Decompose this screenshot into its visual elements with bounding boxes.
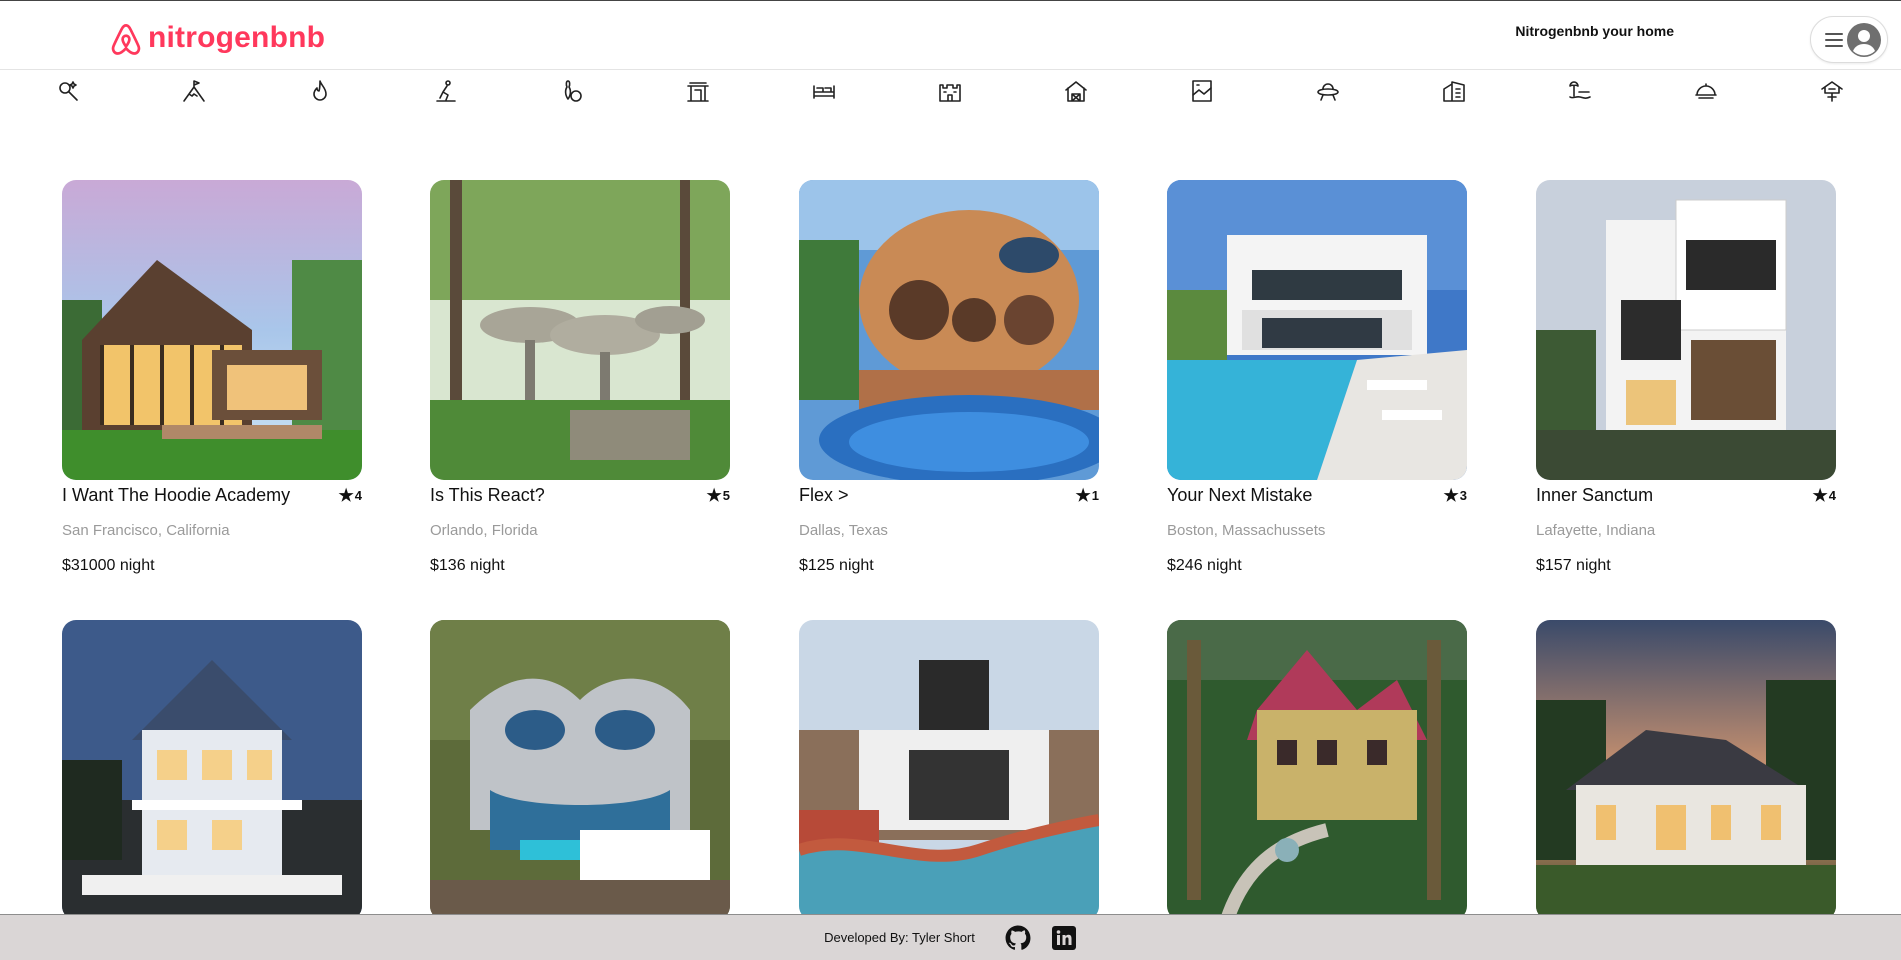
listing-location: Boston, Massachussets — [1167, 522, 1326, 539]
listing-location: Dallas, Texas — [799, 522, 888, 539]
listing-location: Lafayette, Indiana — [1536, 522, 1656, 539]
brand-name: nitrogenbnb — [148, 21, 326, 54]
listing-price: $125 night — [799, 557, 874, 574]
category-mountain-flag[interactable] — [179, 76, 209, 106]
top-navbar: nitrogenbnb Nitrogenbnb your home — [0, 1, 1901, 70]
star-icon: ★ — [1075, 485, 1091, 505]
listing-photo[interactable] — [799, 180, 1099, 480]
listing-card[interactable] — [1167, 620, 1467, 920]
listing-rating: ★ 5 — [706, 485, 730, 505]
category-building[interactable] — [1439, 76, 1469, 106]
category-map-frame[interactable] — [1187, 76, 1217, 106]
listing-photo[interactable] — [1536, 620, 1836, 920]
listing-photo[interactable] — [62, 180, 362, 480]
category-ufo[interactable] — [1313, 76, 1343, 106]
listing-photo[interactable] — [1167, 180, 1467, 480]
listing-title: Inner Sanctum — [1536, 484, 1654, 505]
map-frame-icon — [1192, 80, 1212, 102]
hamburger-icon — [1825, 32, 1843, 47]
listing-card[interactable]: Is This React? ★ 5 Orlando, Florida $136 … — [430, 180, 730, 575]
beach-icon — [1569, 81, 1591, 99]
beds-icon — [813, 85, 835, 99]
treehouse-icon — [1821, 81, 1843, 102]
listing-rating: ★ 1 — [1075, 485, 1099, 505]
category-beach[interactable] — [1565, 76, 1595, 106]
listing-price: $157 night — [1536, 557, 1611, 574]
listing-photo[interactable] — [1167, 620, 1467, 920]
bowling-icon — [564, 80, 582, 102]
castle-icon — [939, 84, 961, 102]
developer-credit: Developed By: Tyler Short — [824, 930, 975, 945]
listing-title: Your Next Mistake — [1167, 484, 1313, 505]
category-skier[interactable] — [431, 76, 461, 106]
listing-title: I Want The Hoodie Academy — [62, 484, 291, 505]
listing-card[interactable]: Flex > ★ 1 Dallas, Texas $125 night — [799, 180, 1099, 575]
category-magic-wand[interactable] — [53, 76, 83, 106]
pagoda-icon — [687, 82, 709, 102]
category-castle[interactable] — [935, 76, 965, 106]
listing-card[interactable] — [430, 620, 730, 920]
listing-location: Orlando, Florida — [430, 522, 538, 539]
ufo-icon — [1317, 83, 1339, 101]
listing-price: $31000 night — [62, 557, 155, 574]
skier-icon — [436, 80, 456, 102]
listing-title: Flex > — [799, 484, 849, 505]
listing-rating: ★ 3 — [1443, 485, 1467, 505]
star-icon: ★ — [338, 485, 354, 505]
listing-price: $246 night — [1167, 557, 1242, 574]
listing-title: Is This React? — [430, 484, 545, 505]
user-avatar-icon — [1847, 22, 1881, 57]
host-home-link[interactable]: Nitrogenbnb your home — [1515, 23, 1674, 39]
github-link[interactable] — [1005, 925, 1031, 951]
user-menu-button[interactable] — [1810, 16, 1888, 63]
star-icon: ★ — [1443, 485, 1459, 505]
linkedin-icon — [1051, 925, 1076, 950]
category-cloche[interactable] — [1691, 76, 1721, 106]
flame-icon — [313, 80, 327, 101]
listing-rating: ★ 4 — [338, 485, 362, 505]
category-pagoda[interactable] — [683, 76, 713, 106]
listing-photo[interactable] — [62, 620, 362, 920]
magic-wand-icon — [59, 81, 78, 101]
category-beds[interactable] — [809, 76, 839, 106]
cloche-icon — [1695, 83, 1717, 99]
listing-card[interactable] — [1536, 620, 1836, 920]
github-icon — [1005, 925, 1031, 950]
page-footer: Developed By: Tyler Short — [0, 914, 1901, 960]
building-icon — [1443, 81, 1465, 102]
category-bowling[interactable] — [557, 76, 587, 106]
category-treehouse[interactable] — [1817, 76, 1847, 106]
listing-photo[interactable] — [799, 620, 1099, 920]
category-bar — [0, 72, 1901, 108]
listing-rating: ★ 4 — [1812, 485, 1836, 505]
listing-location: San Francisco, California — [62, 522, 230, 539]
listing-card[interactable] — [62, 620, 362, 920]
listing-photo[interactable] — [430, 180, 730, 480]
listing-price: $136 night — [430, 557, 505, 574]
mountain-flag-icon — [183, 80, 205, 102]
brand-logo[interactable]: nitrogenbnb — [108, 20, 325, 60]
linkedin-link[interactable] — [1051, 925, 1077, 951]
star-icon: ★ — [1812, 485, 1828, 505]
listing-card[interactable]: Inner Sanctum ★ 4 Lafayette, Indiana $157… — [1536, 180, 1836, 575]
star-icon: ★ — [706, 485, 722, 505]
barn-icon — [1065, 81, 1087, 102]
airbnb-logo-icon — [111, 24, 141, 55]
listing-photo[interactable] — [1536, 180, 1836, 480]
listing-card[interactable]: Your Next Mistake ★ 3 Boston, Massachusse… — [1167, 180, 1467, 575]
listing-card[interactable]: I Want The Hoodie Academy ★ 4 San Francis… — [62, 180, 362, 575]
listing-photo[interactable] — [430, 620, 730, 920]
category-flame[interactable] — [305, 76, 335, 106]
listing-card[interactable] — [799, 620, 1099, 920]
category-barn[interactable] — [1061, 76, 1091, 106]
